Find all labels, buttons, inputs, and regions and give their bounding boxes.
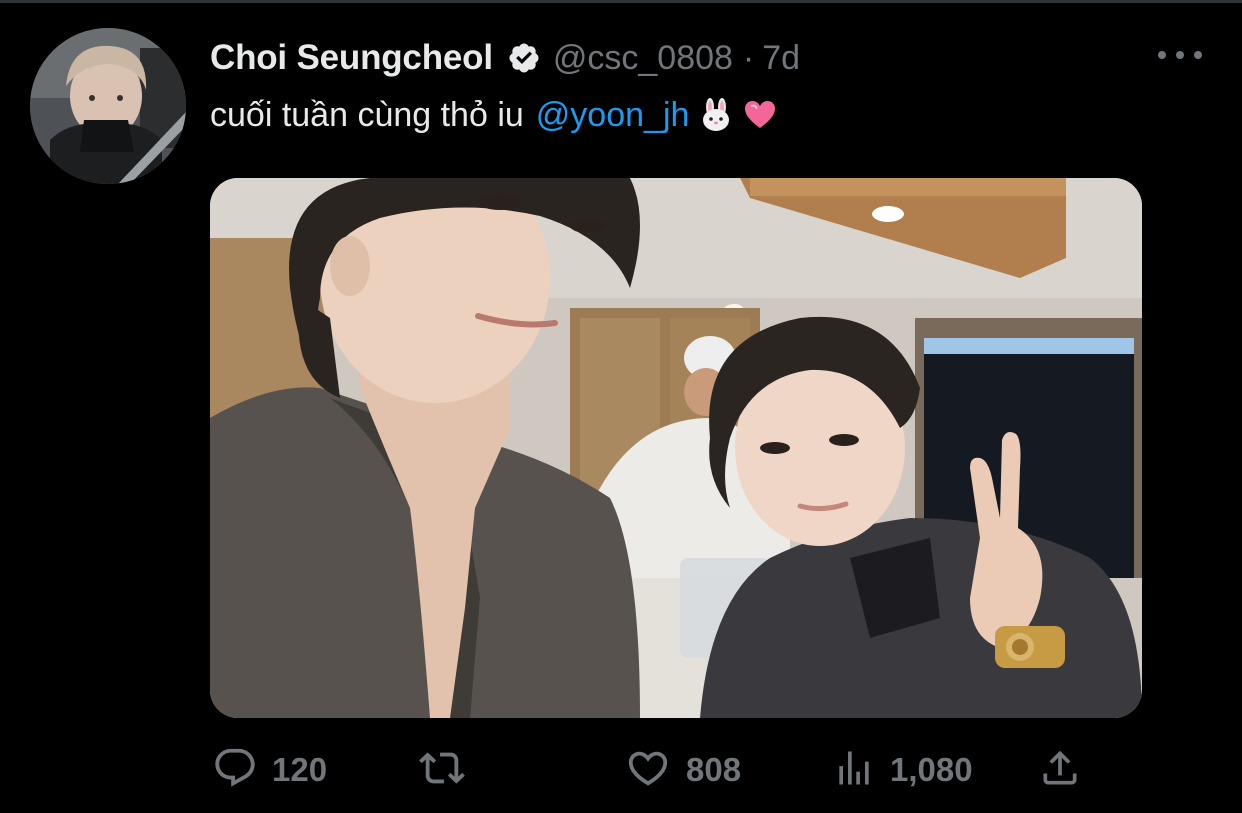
header-separator: · — [742, 38, 755, 77]
like-button[interactable]: 808 — [624, 742, 741, 798]
author-handle[interactable]: @csc_0808 — [553, 39, 733, 78]
analytics-icon — [832, 745, 876, 796]
more-horizontal-icon[interactable] — [1158, 44, 1202, 66]
timestamp[interactable]: 7d — [762, 39, 800, 78]
tweet-card[interactable]: Choi Seungcheol @csc_0808 · 7d cuối tuần… — [0, 0, 1242, 813]
rabbit-face-icon — [699, 98, 733, 132]
views-count: 1,080 — [890, 751, 973, 788]
reply-icon — [212, 745, 258, 796]
tweet-photo[interactable] — [210, 178, 1142, 718]
avatar-image — [30, 28, 186, 184]
retweet-button[interactable] — [414, 742, 484, 798]
author-display-name[interactable]: Choi Seungcheol — [210, 38, 493, 78]
views-button[interactable]: 1,080 — [832, 742, 973, 798]
tweet-body: cuối tuần cùng thỏ iu — [210, 95, 524, 134]
tweet-text: cuối tuần cùng thỏ iu @yoon_jh — [210, 92, 777, 138]
pink-heart-icon — [743, 98, 777, 132]
reply-button[interactable]: 120 — [212, 742, 327, 798]
share-icon — [1038, 745, 1082, 796]
share-button[interactable] — [1038, 742, 1082, 798]
tweet-header: Choi Seungcheol @csc_0808 · 7d — [210, 36, 800, 80]
avatar[interactable] — [30, 28, 186, 184]
action-bar: 120 808 1,080 — [212, 742, 1092, 798]
verified-badge-icon — [507, 41, 541, 75]
retweet-icon — [414, 745, 470, 796]
mention-link[interactable]: @yoon_jh — [536, 96, 690, 135]
reply-count: 120 — [272, 751, 328, 788]
photo-image — [210, 178, 1142, 718]
like-count: 808 — [686, 751, 742, 788]
heart-icon — [624, 745, 672, 796]
